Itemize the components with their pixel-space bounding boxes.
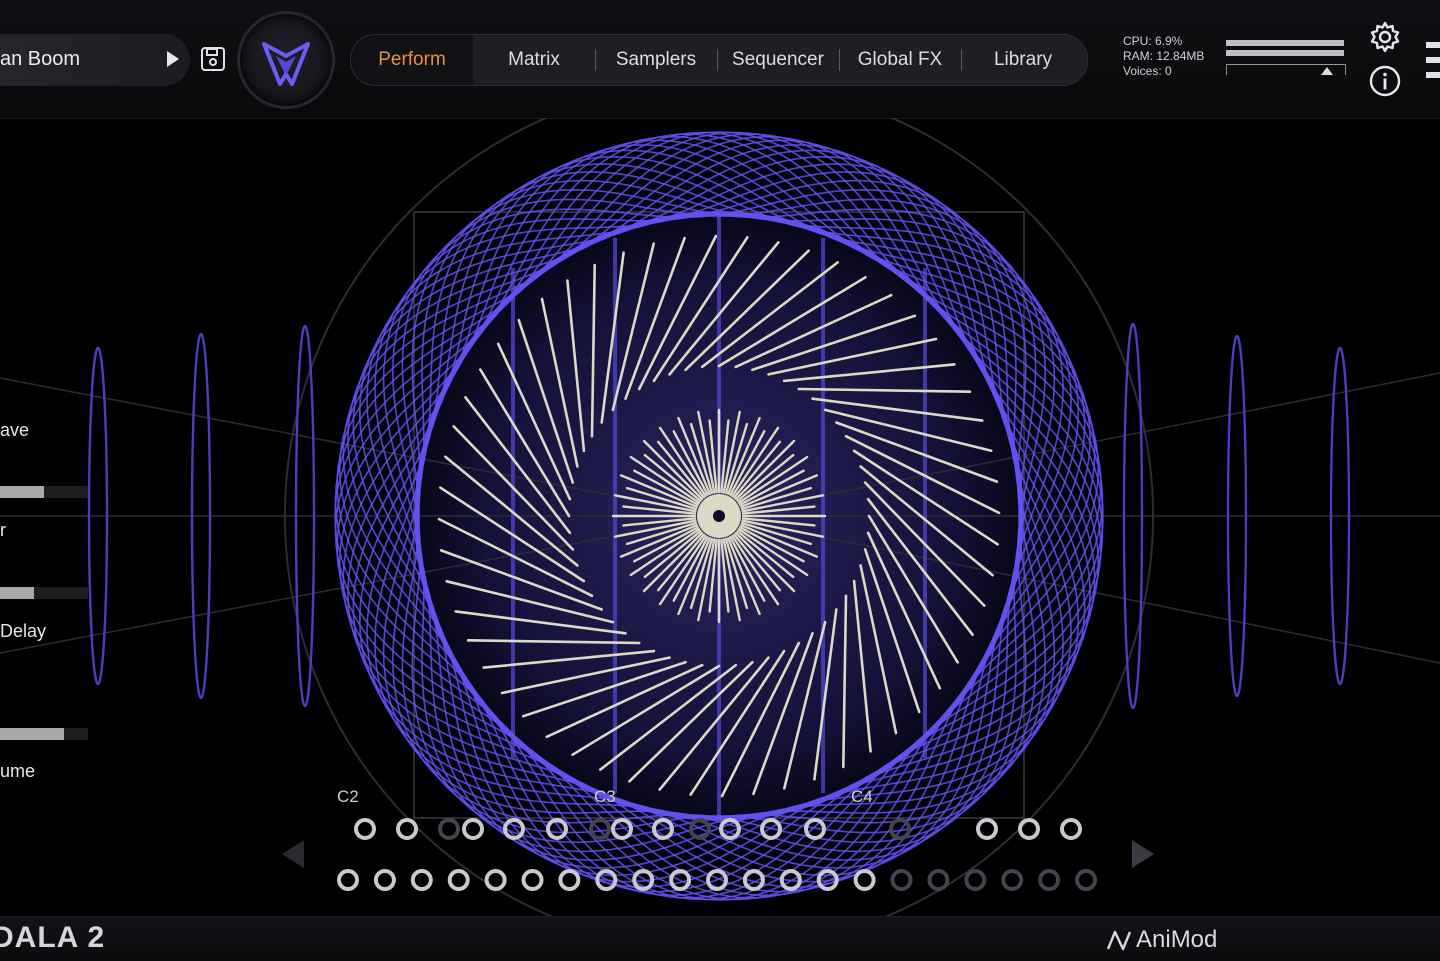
key-dot-lower <box>410 869 433 891</box>
side-label-delay: Delay <box>0 621 47 641</box>
brand-name: AniMod <box>1136 926 1218 953</box>
output-meter[interactable] <box>1226 40 1346 80</box>
cpu-readout: CPU: 6.9% <box>1123 34 1183 48</box>
side-label-wave: ave <box>0 420 30 440</box>
gear-icon <box>1370 21 1400 53</box>
side-slider-delay[interactable] <box>0 728 88 740</box>
save-button[interactable] <box>198 44 228 74</box>
meter-bar-right <box>1226 50 1344 56</box>
slider-fill <box>0 728 64 740</box>
animod-logo-icon <box>1106 930 1132 951</box>
key-dot-lower <box>1075 869 1097 891</box>
voices-readout: Voices: 0 <box>1123 64 1172 78</box>
arrow-right-icon[interactable] <box>1132 840 1154 868</box>
menu-icon[interactable] <box>1426 42 1440 78</box>
key-dot-lower <box>964 869 987 891</box>
slider-fill <box>0 587 34 599</box>
tab-sequencer[interactable]: Sequencer <box>717 35 839 85</box>
preset-name: an Boom <box>0 48 81 70</box>
key-dot-lower <box>1038 869 1061 891</box>
meter-track <box>1226 64 1346 75</box>
info-icon <box>1369 65 1401 97</box>
side-label-r: r <box>0 520 6 540</box>
slider-fill <box>0 486 44 498</box>
logo-button[interactable] <box>240 14 332 106</box>
tab-samplers[interactable]: Samplers <box>595 35 717 85</box>
logo-icon <box>262 42 310 86</box>
settings-button[interactable] <box>1368 20 1402 54</box>
meter-handle-icon <box>1321 67 1333 75</box>
tab-global-fx[interactable]: Global FX <box>839 35 961 85</box>
key-dot-lower <box>447 869 470 891</box>
side-slider-wave[interactable] <box>0 486 88 498</box>
top-toolbar: an Boom Perform Matrix Samplers Sequence… <box>0 0 1440 119</box>
footer-bar: DALA 2 AniMod <box>0 916 1440 961</box>
center-hole <box>713 510 725 522</box>
arrow-left-icon[interactable] <box>282 840 304 868</box>
key-dot-upper <box>354 818 376 840</box>
key-dot-lower <box>337 869 359 891</box>
tab-matrix[interactable]: Matrix <box>473 35 595 85</box>
key-dot-upper <box>1060 818 1082 840</box>
meter-bar-left <box>1226 40 1344 46</box>
key-dot-lower <box>1001 869 1024 891</box>
play-icon <box>167 51 179 67</box>
note-label-c3: C3 <box>594 787 616 806</box>
key-dot-upper <box>1018 818 1040 840</box>
main-tabs: Perform Matrix Samplers Sequencer Global… <box>350 34 1088 86</box>
ram-readout: RAM: 12.84MB <box>1123 49 1205 63</box>
play-button[interactable] <box>157 44 187 74</box>
save-icon <box>201 47 225 71</box>
info-button[interactable] <box>1368 64 1402 98</box>
system-stats: CPU: 6.9% RAM: 12.84MB Voices: 0 <box>1123 34 1204 79</box>
tab-perform[interactable]: Perform <box>351 35 473 85</box>
note-label-c4: C4 <box>851 787 873 806</box>
key-dot-lower <box>373 869 396 891</box>
footer-title: DALA 2 <box>0 921 106 954</box>
tab-library[interactable]: Library <box>961 35 1085 85</box>
visualizer: C2 C3 C4 <box>0 118 1440 916</box>
footer-brand: AniMod <box>1106 926 1217 954</box>
note-label-c2: C2 <box>337 787 359 806</box>
side-label-volume: ume <box>0 761 36 781</box>
side-slider-r[interactable] <box>0 587 88 599</box>
key-dot-upper <box>396 818 418 840</box>
